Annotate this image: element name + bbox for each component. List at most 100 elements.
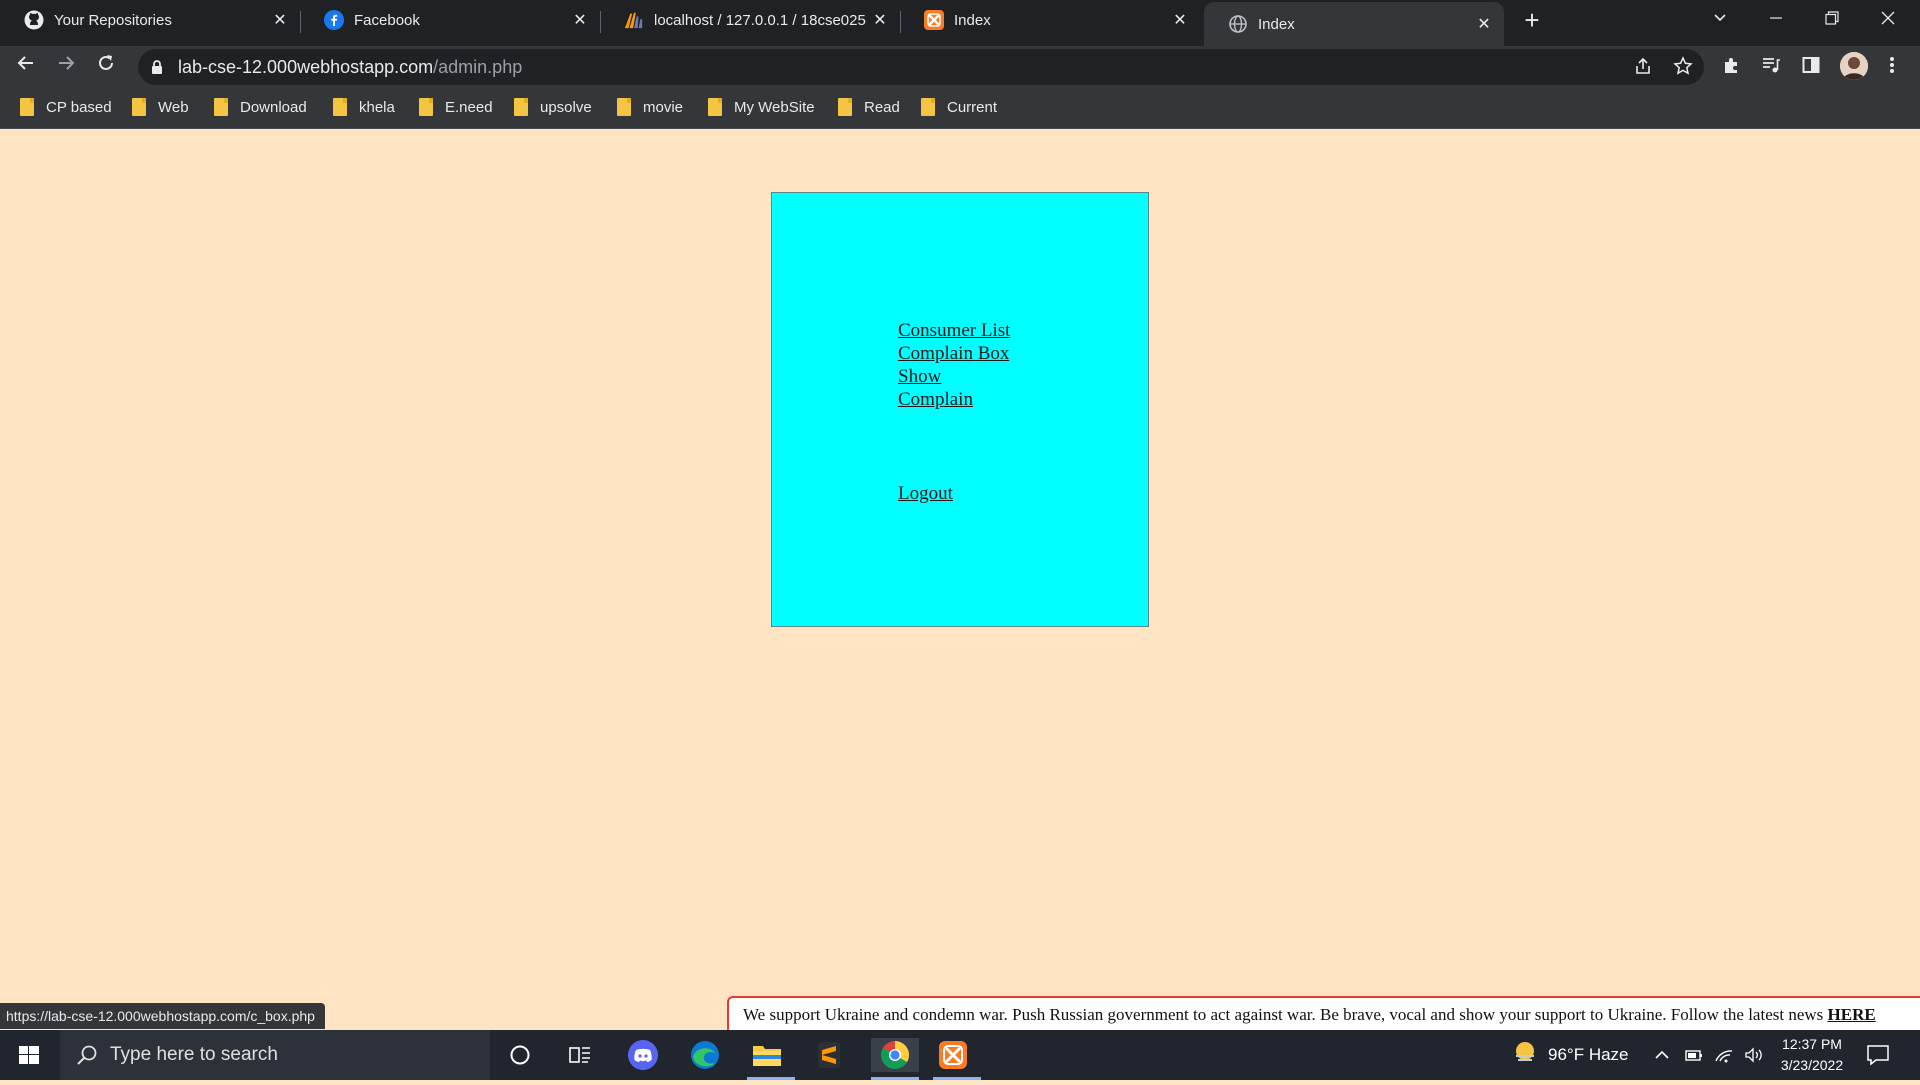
globe-icon: [1228, 14, 1248, 34]
bookmark-current[interactable]: Current: [921, 96, 997, 118]
banner-here-link[interactable]: HERE: [1828, 1005, 1876, 1024]
share-icon[interactable]: [1632, 56, 1654, 78]
task-view-icon[interactable]: [560, 1038, 600, 1072]
tab-title: localhost / 127.0.0.1 / 18cse025 |: [654, 11, 870, 29]
show-hidden-icons-chevron-icon[interactable]: [1654, 1030, 1670, 1080]
tab-title: Facebook: [354, 11, 420, 29]
bookmark-label: Download: [240, 98, 307, 116]
bookmark-movie[interactable]: movie: [617, 96, 683, 118]
tab-index-active[interactable]: Index ✕: [1204, 2, 1504, 46]
bookmark-label: My WebSite: [734, 98, 815, 116]
browser-toolbar: lab-cse-12.000webhostapp.com/admin.php: [0, 46, 1920, 86]
close-icon[interactable]: ✕: [270, 10, 290, 30]
notifications-icon[interactable]: [1866, 1030, 1890, 1080]
tab-phpmyadmin[interactable]: localhost / 127.0.0.1 / 18cse025 | ✕: [600, 0, 900, 40]
clock-date: 3/23/2022: [1780, 1057, 1844, 1073]
bookmark-label: Web: [158, 98, 189, 116]
profile-avatar[interactable]: [1840, 52, 1868, 80]
battery-icon[interactable]: [1684, 1030, 1704, 1080]
weather-widget[interactable]: 96°F Haze: [1512, 1030, 1629, 1080]
taskbar-search-box[interactable]: Type here to search: [60, 1030, 490, 1080]
admin-menu: Consumer List Complain Box Show Complain: [898, 319, 1010, 411]
volume-icon[interactable]: [1744, 1030, 1766, 1080]
search-placeholder: Type here to search: [110, 1044, 278, 1065]
show-link[interactable]: Show: [898, 365, 1010, 388]
back-icon[interactable]: [10, 50, 42, 82]
taskbar-clock[interactable]: 12:37 PM 3/23/2022: [1770, 1034, 1854, 1076]
bookmark-label: upsolve: [540, 98, 592, 116]
side-panel-icon[interactable]: [1799, 55, 1823, 79]
xampp-icon: [924, 10, 944, 30]
forward-icon[interactable]: [50, 50, 82, 82]
url-text: lab-cse-12.000webhostapp.com/admin.php: [178, 57, 522, 78]
folder-icon: [214, 98, 228, 116]
bookmark-label: Current: [947, 98, 998, 116]
discord-icon[interactable]: [623, 1038, 663, 1072]
complain-box-link[interactable]: Complain Box: [898, 342, 1010, 365]
bookmark-read[interactable]: Read: [838, 96, 900, 118]
search-icon: [76, 1044, 98, 1071]
bookmark-web[interactable]: Web: [132, 96, 189, 118]
close-icon[interactable]: ✕: [570, 10, 590, 30]
weather-haze-icon: [1512, 1040, 1538, 1071]
bookmark-upsolve[interactable]: upsolve: [514, 96, 592, 118]
restore-icon[interactable]: [1804, 0, 1860, 40]
lock-icon[interactable]: [150, 59, 164, 80]
tab-your-repositories[interactable]: Your Repositories ✕: [0, 0, 300, 40]
address-bar[interactable]: lab-cse-12.000webhostapp.com/admin.php: [138, 49, 1704, 85]
close-icon[interactable]: ✕: [1170, 10, 1190, 30]
url-path: /admin.php: [433, 57, 523, 77]
extensions-icon[interactable]: [1719, 55, 1743, 79]
tab-title: Index: [954, 11, 991, 29]
phpmyadmin-icon: [624, 10, 644, 30]
windows-start-icon[interactable]: [0, 1030, 58, 1080]
tab-index-xampp[interactable]: Index ✕: [900, 0, 1200, 40]
tab-search-chevron-icon[interactable]: [1692, 0, 1748, 40]
page-content: Consumer List Complain Box Show Complain…: [0, 129, 1920, 1030]
admin-menu-panel: Consumer List Complain Box Show Complain…: [771, 192, 1149, 627]
new-tab-button[interactable]: +: [1520, 6, 1544, 34]
bookmark-star-icon[interactable]: [1672, 56, 1694, 78]
bookmark-label: khela: [359, 98, 395, 116]
file-explorer-icon[interactable]: [747, 1038, 787, 1072]
complain-link[interactable]: Complain: [898, 388, 1010, 411]
folder-icon: [921, 98, 935, 116]
minimize-icon[interactable]: [1748, 0, 1804, 40]
tab-title: Index: [1258, 15, 1295, 33]
folder-icon: [333, 98, 347, 116]
cortana-icon[interactable]: [500, 1038, 540, 1072]
bookmark-khela[interactable]: khela: [333, 96, 395, 118]
bookmark-label: Read: [864, 98, 900, 116]
close-icon[interactable]: ✕: [870, 10, 890, 30]
close-icon[interactable]: ✕: [1474, 14, 1494, 34]
bookmark-download[interactable]: Download: [214, 96, 307, 118]
menu-kebab-icon[interactable]: [1880, 55, 1904, 79]
xampp-taskbar-icon[interactable]: [933, 1038, 973, 1072]
sublime-text-icon[interactable]: [809, 1038, 849, 1072]
wifi-icon[interactable]: [1714, 1030, 1734, 1080]
media-control-icon[interactable]: [1759, 55, 1783, 79]
folder-icon: [708, 98, 722, 116]
reload-icon[interactable]: [90, 50, 122, 82]
consumer-list-link[interactable]: Consumer List: [898, 319, 1010, 342]
banner-text: We support Ukraine and condemn war. Push…: [743, 1005, 1828, 1024]
github-icon: [24, 10, 44, 30]
weather-text: 96°F Haze: [1548, 1045, 1629, 1064]
bookmark-eneed[interactable]: E.need: [419, 96, 493, 118]
tab-strip: Your Repositories ✕ Facebook ✕ localhost…: [0, 0, 1920, 46]
edge-icon[interactable]: [685, 1038, 725, 1072]
tab-title: Your Repositories: [54, 11, 172, 29]
bookmark-my-website[interactable]: My WebSite: [708, 96, 815, 118]
bookmark-label: CP based: [46, 98, 112, 116]
facebook-icon: [324, 10, 344, 30]
chrome-icon[interactable]: [871, 1038, 919, 1072]
folder-icon: [514, 98, 528, 116]
folder-icon: [20, 98, 34, 116]
logout-link[interactable]: Logout: [898, 483, 953, 505]
ukraine-support-banner: We support Ukraine and condemn war. Push…: [727, 996, 1920, 1030]
bookmark-cp-based[interactable]: CP based: [20, 96, 112, 118]
close-window-icon[interactable]: [1860, 0, 1916, 40]
folder-icon: [838, 98, 852, 116]
bookmark-label: movie: [643, 98, 684, 116]
tab-facebook[interactable]: Facebook ✕: [300, 0, 600, 40]
